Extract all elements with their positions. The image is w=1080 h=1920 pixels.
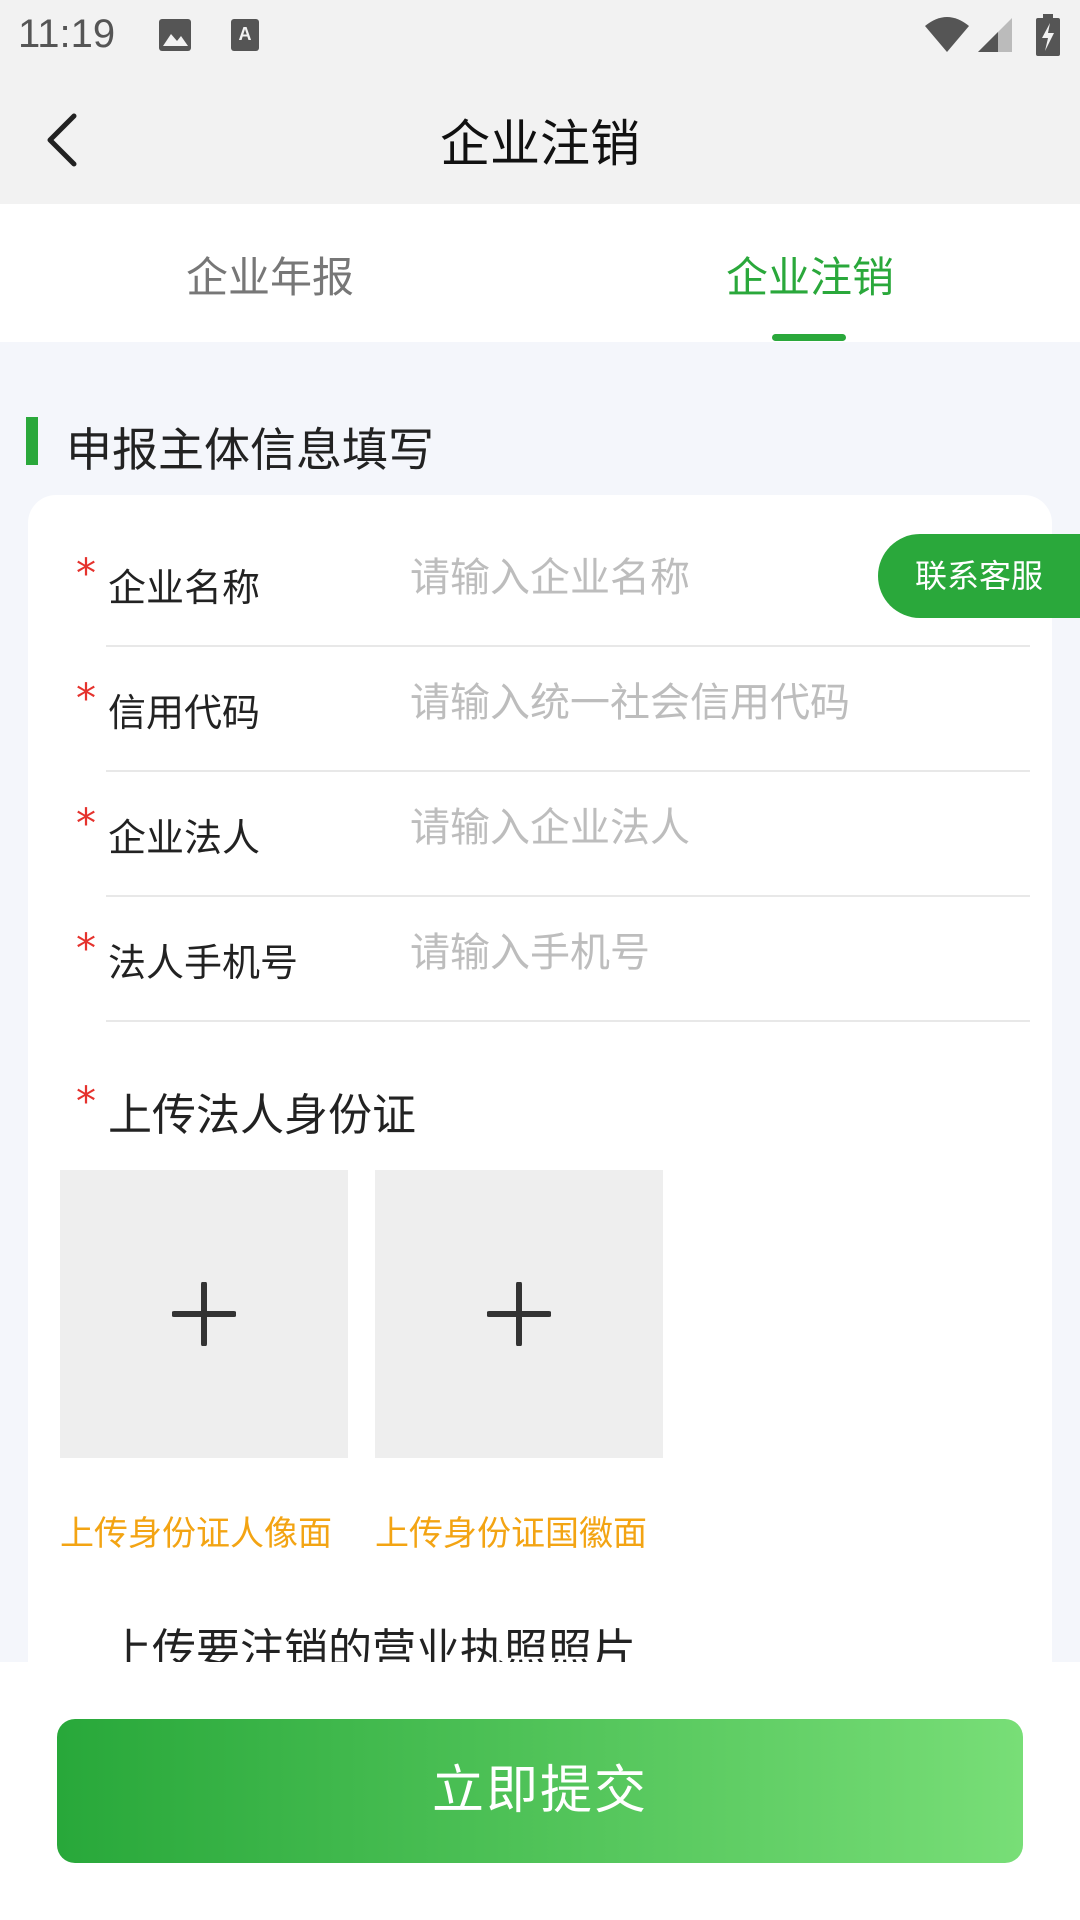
image-icon — [159, 19, 191, 51]
id-back-upload-box[interactable] — [375, 1170, 663, 1458]
divider — [106, 770, 1030, 772]
submit-button[interactable]: 立即提交 — [57, 1719, 1023, 1863]
id-back-caption: 上传身份证国徽面 — [375, 1514, 647, 1554]
required-star: * — [76, 801, 96, 847]
required-star: * — [76, 676, 96, 722]
required-star: * — [76, 926, 96, 972]
required-star: * — [76, 1079, 96, 1125]
signal-icon — [978, 18, 1012, 52]
active-tab-indicator — [772, 334, 846, 341]
page-title: 企业注销 — [440, 115, 640, 173]
field-credit-code: * 信用代码 — [28, 648, 1052, 772]
plus-icon — [172, 1282, 236, 1346]
keyboard-a-icon: A — [231, 19, 259, 51]
id-upload-title: 上传法人身份证 — [108, 1090, 416, 1141]
field-label: 企业名称 — [108, 566, 261, 610]
status-time: 11:19 — [18, 12, 116, 56]
id-front-upload-box[interactable] — [60, 1170, 348, 1458]
wifi-icon — [925, 17, 969, 52]
field-label: 法人手机号 — [108, 941, 299, 985]
tab-annual-report[interactable]: 企业年报 — [0, 244, 540, 305]
nav-bar: 企业注销 — [0, 72, 1080, 204]
section-title: 申报主体信息填写 — [66, 423, 434, 477]
id-front-caption: 上传身份证人像面 — [60, 1514, 332, 1554]
battery-charging-icon — [1036, 14, 1060, 56]
id-upload-label: * 上传法人身份证 — [28, 1075, 728, 1141]
legal-phone-input[interactable] — [410, 918, 1010, 988]
legal-person-input[interactable] — [410, 793, 1010, 863]
status-bar: 11:19 A — [0, 0, 1080, 72]
divider — [106, 1020, 1030, 1022]
field-legal-phone: * 法人手机号 — [28, 898, 1052, 1022]
field-label: 信用代码 — [108, 691, 261, 735]
svg-text:A: A — [239, 24, 252, 44]
required-star: * — [76, 551, 96, 597]
divider — [106, 895, 1030, 897]
section-accent-bar — [26, 417, 38, 465]
field-legal-person: * 企业法人 — [28, 773, 1052, 897]
tab-deregistration[interactable]: 企业注销 — [540, 244, 1080, 305]
contact-service-button[interactable]: 联系客服 — [878, 534, 1080, 618]
plus-icon — [487, 1282, 551, 1346]
tab-bar: 企业年报 企业注销 — [0, 204, 1080, 342]
divider — [106, 645, 1030, 647]
credit-code-input[interactable] — [410, 668, 1010, 738]
field-label: 企业法人 — [108, 816, 261, 860]
